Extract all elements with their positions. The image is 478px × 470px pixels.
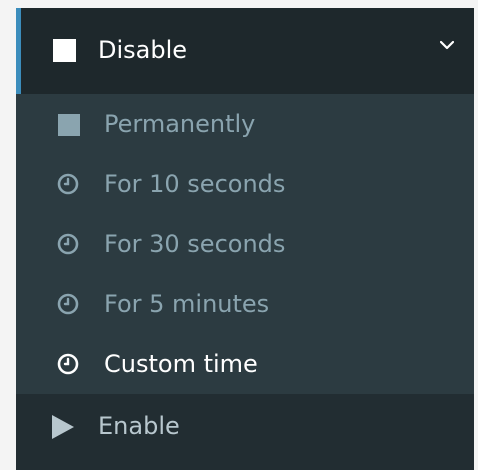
submenu-item-custom-time[interactable]: Custom time <box>16 334 474 394</box>
stop-square-icon <box>58 114 80 136</box>
clock-icon <box>57 353 79 375</box>
enable-menu-item[interactable]: Enable <box>16 394 474 470</box>
submenu-item-30-seconds[interactable]: For 30 seconds <box>16 214 474 274</box>
submenu-item-permanently[interactable]: Permanently <box>16 94 474 154</box>
submenu-item-label: Permanently <box>104 110 256 138</box>
disable-label: Disable <box>98 36 188 64</box>
submenu-item-10-seconds[interactable]: For 10 seconds <box>16 154 474 214</box>
clock-icon <box>57 293 79 315</box>
enable-label: Enable <box>98 412 180 440</box>
submenu-item-label: For 5 minutes <box>104 290 270 318</box>
sidebar-menu: Disable Permanently For 10 seconds For 3… <box>16 8 474 470</box>
disable-submenu: Permanently For 10 seconds For 30 second… <box>16 94 474 394</box>
clock-icon <box>57 233 79 255</box>
submenu-item-label: For 10 seconds <box>104 170 286 198</box>
stop-square-icon <box>53 39 76 62</box>
chevron-down-icon[interactable] <box>440 38 454 52</box>
submenu-item-5-minutes[interactable]: For 5 minutes <box>16 274 474 334</box>
disable-menu-toggle[interactable]: Disable <box>16 8 474 94</box>
submenu-item-label: For 30 seconds <box>104 230 286 258</box>
play-icon <box>52 415 74 439</box>
clock-icon <box>57 173 79 195</box>
submenu-item-label: Custom time <box>104 350 258 378</box>
